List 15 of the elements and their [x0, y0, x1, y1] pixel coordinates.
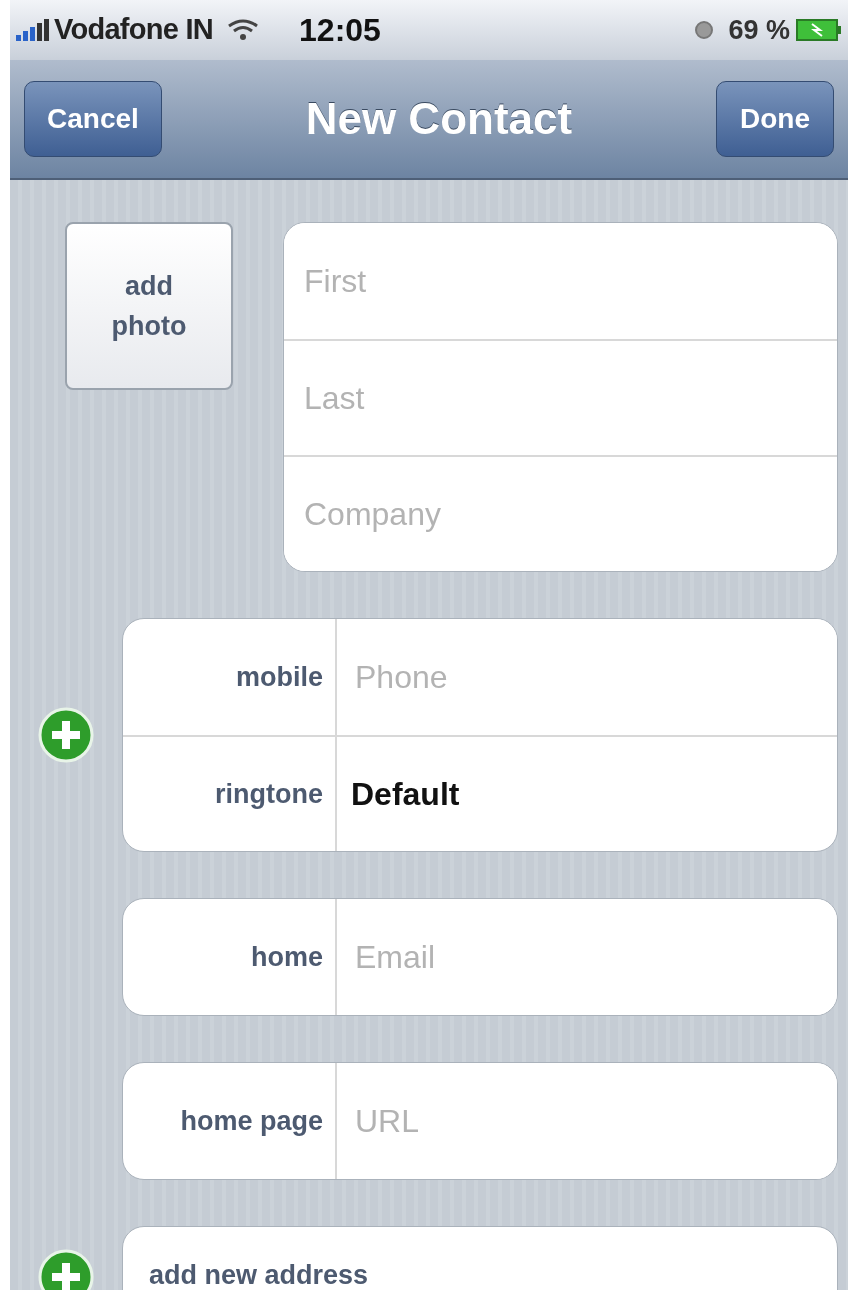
carrier-name: Vodafone IN — [54, 12, 214, 48]
add-icon[interactable] — [38, 707, 94, 763]
ringtone-value[interactable]: Default — [337, 737, 474, 851]
battery-icon — [796, 18, 842, 42]
field-label[interactable]: ringtone — [123, 737, 337, 851]
add-address-label[interactable]: add new address — [123, 1259, 395, 1290]
add-icon[interactable] — [38, 1249, 94, 1290]
clock-time: 12:05 — [299, 11, 381, 50]
cancel-button[interactable]: Cancel — [24, 81, 162, 157]
add-photo-button[interactable]: add photo — [65, 222, 233, 390]
nav-title: New Contact — [305, 93, 573, 145]
signal-icon — [16, 19, 50, 41]
wifi-icon — [227, 18, 260, 42]
battery-percent: 69 % — [728, 13, 790, 47]
done-button[interactable]: Done — [716, 81, 834, 157]
